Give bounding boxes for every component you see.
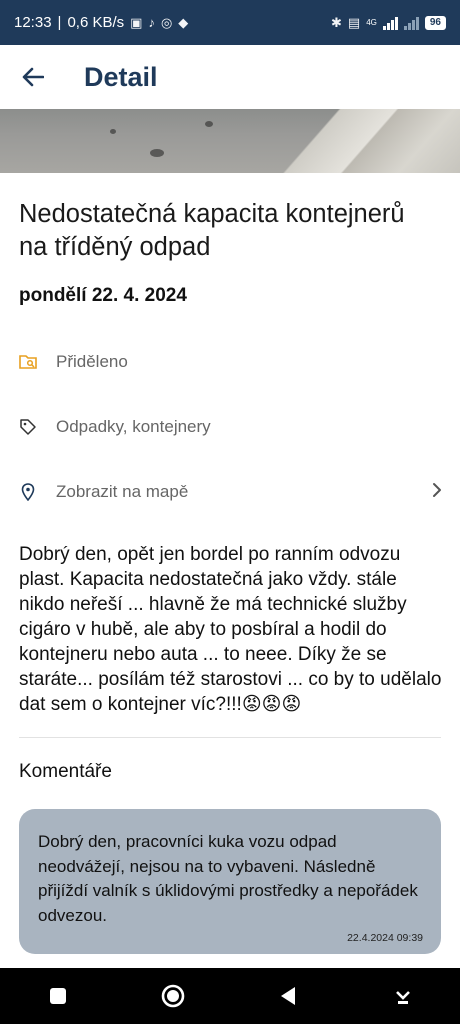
divider — [19, 737, 441, 738]
status-time: 12:33 — [14, 14, 52, 31]
bluetooth-icon: ✱ — [331, 14, 342, 30]
status-speed: 0,6 KB/s — [67, 14, 125, 31]
chevron-right-icon — [432, 482, 442, 503]
hide-nav-button[interactable] — [373, 968, 433, 1024]
game-icon: ◆ — [178, 14, 189, 30]
report-date: pondělí 22. 4. 2024 — [19, 285, 187, 306]
page-title: Detail — [84, 61, 158, 92]
tiktok-icon: ♪ — [148, 15, 155, 30]
map-link-label: Zobrazit na mapě — [56, 482, 189, 501]
report-photo[interactable] — [0, 109, 460, 173]
report-description: Dobrý den, opět jen bordel po ranním odv… — [19, 544, 442, 715]
comment-timestamp: 22.4.2024 09:39 — [347, 932, 423, 944]
back-nav-button[interactable] — [258, 968, 318, 1024]
nfc-icon: ▣ — [130, 14, 143, 30]
home-button[interactable] — [143, 968, 203, 1024]
arrow-left-icon — [22, 67, 44, 87]
status-row: Přiděleno — [0, 342, 460, 382]
circle-icon — [161, 984, 184, 1008]
system-nav-bar — [0, 968, 460, 1024]
comment-text: Dobrý den, pracovníci kuka vozu odpad ne… — [38, 832, 418, 925]
status-label: Přiděleno — [56, 352, 128, 371]
network-type: 4G — [366, 18, 377, 27]
comments-heading: Komentáře — [19, 761, 112, 782]
report-title: Nedostatečná kapacita kontejnerů na tříd… — [19, 200, 405, 261]
recents-button[interactable] — [28, 968, 88, 1024]
triangle-back-icon — [280, 987, 295, 1005]
signal-2-icon — [403, 16, 419, 30]
signal-icon — [382, 16, 398, 30]
volte-icon: ▤ — [347, 14, 361, 30]
tag-icon — [19, 418, 37, 436]
battery-icon: 96 — [424, 15, 446, 30]
app-bar: Detail — [0, 45, 460, 109]
map-link-row[interactable]: Zobrazit na mapě — [0, 472, 460, 512]
comment-bubble: Dobrý den, pracovníci kuka vozu odpad ne… — [19, 809, 441, 954]
back-button[interactable] — [0, 45, 66, 109]
folder-search-icon — [19, 353, 37, 371]
category-row: Odpadky, kontejnery — [0, 407, 460, 447]
square-icon — [49, 988, 66, 1004]
status-bar: 12:33 | 0,6 KB/s ▣ ♪ ◎ ◆ ✱ ▤ 4G 96 — [0, 0, 460, 45]
instagram-icon: ◎ — [160, 14, 173, 30]
category-label: Odpadky, kontejnery — [56, 417, 211, 436]
location-pin-icon — [19, 483, 37, 501]
chevron-down-icon — [395, 991, 410, 1004]
